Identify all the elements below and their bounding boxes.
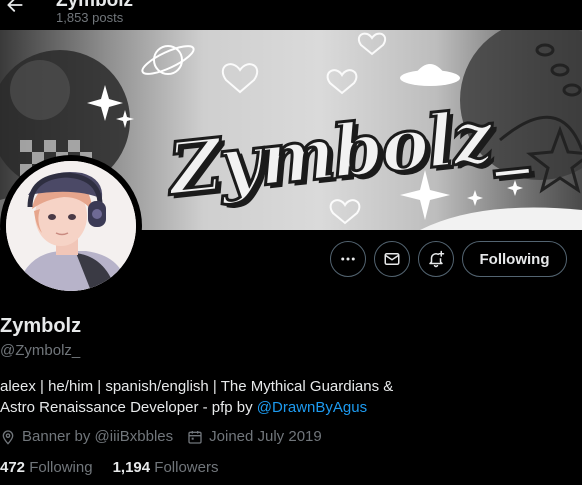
followers-link[interactable]: 1,194 Followers <box>113 459 219 476</box>
calendar-icon <box>188 430 202 444</box>
envelope-icon <box>384 253 400 265</box>
top-bar: Zymbolz 1,853 posts <box>0 0 582 30</box>
followers-count: 1,194 <box>112 459 151 476</box>
following-count: 472 <box>0 459 26 476</box>
following-label: Following <box>29 459 93 476</box>
bell-plus-icon <box>429 250 445 268</box>
profile-handle: @Zymbolz_ <box>0 342 81 359</box>
location-text: Banner by @iiiBxbbles <box>22 428 174 445</box>
followers-label: Followers <box>154 459 219 476</box>
profile-avatar[interactable] <box>0 155 142 297</box>
joined-item: Joined July 2019 <box>187 428 322 445</box>
profile-bio: aleex | he/him | spanish/english | The M… <box>0 376 560 418</box>
more-horizontal-icon <box>341 257 355 261</box>
location-item: Banner by @iiiBxbbles <box>0 428 173 445</box>
joined-text: Joined July 2019 <box>209 428 322 445</box>
bio-line-1: aleex | he/him | spanish/english | The M… <box>0 378 394 395</box>
following-link[interactable]: 472 Following <box>0 459 93 476</box>
more-options-button[interactable] <box>330 241 366 277</box>
bio-mention-link[interactable]: @DrawnByAgus <box>257 399 367 416</box>
message-button[interactable] <box>374 241 410 277</box>
following-button[interactable]: Following <box>462 241 567 277</box>
follow-stats: 472 Following 1,194 Followers <box>0 459 238 476</box>
profile-name: Zymbolz <box>0 315 82 337</box>
header-post-count: 1,853 posts <box>56 10 124 25</box>
back-arrow-icon[interactable] <box>2 0 28 18</box>
bio-line-2: Astro Renaissance Developer - pfp by @Dr… <box>0 397 560 418</box>
location-pin-icon <box>2 429 14 445</box>
notifications-button[interactable] <box>418 241 454 277</box>
avatar-illustration <box>6 161 136 291</box>
profile-meta: Banner by @iiiBxbbles Joined July 2019 <box>0 428 336 445</box>
bio-line-2-text: Astro Renaissance Developer - pfp by <box>0 399 257 416</box>
